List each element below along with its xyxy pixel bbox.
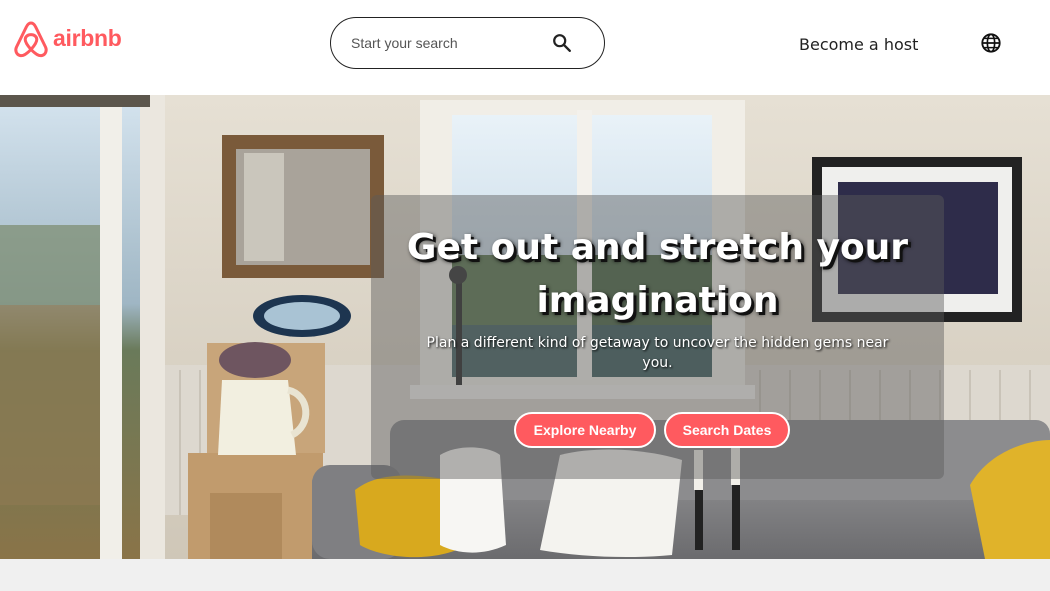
become-a-host-link[interactable]: Become a host [799,35,918,54]
globe-icon[interactable] [980,32,1002,54]
search-input[interactable] [351,35,541,51]
hero-title: Get out and stretch your imagination [406,227,909,321]
search-icon[interactable] [551,32,573,54]
search-dates-button[interactable]: Search Dates [664,412,790,448]
airbnb-logo-link[interactable]: airbnb [13,20,122,58]
hero-section: Get out and stretch your imagination Pla… [0,95,1050,559]
top-nav: airbnb Become a host [0,0,1050,95]
below-fold-section [0,559,1050,591]
logo-wordmark: airbnb [53,24,122,51]
airbnb-belo-icon [14,21,48,58]
explore-nearby-button[interactable]: Explore Nearby [514,412,656,448]
hero-subtitle: Plan a different kind of getaway to unco… [426,335,889,371]
search-bar[interactable] [330,17,605,69]
